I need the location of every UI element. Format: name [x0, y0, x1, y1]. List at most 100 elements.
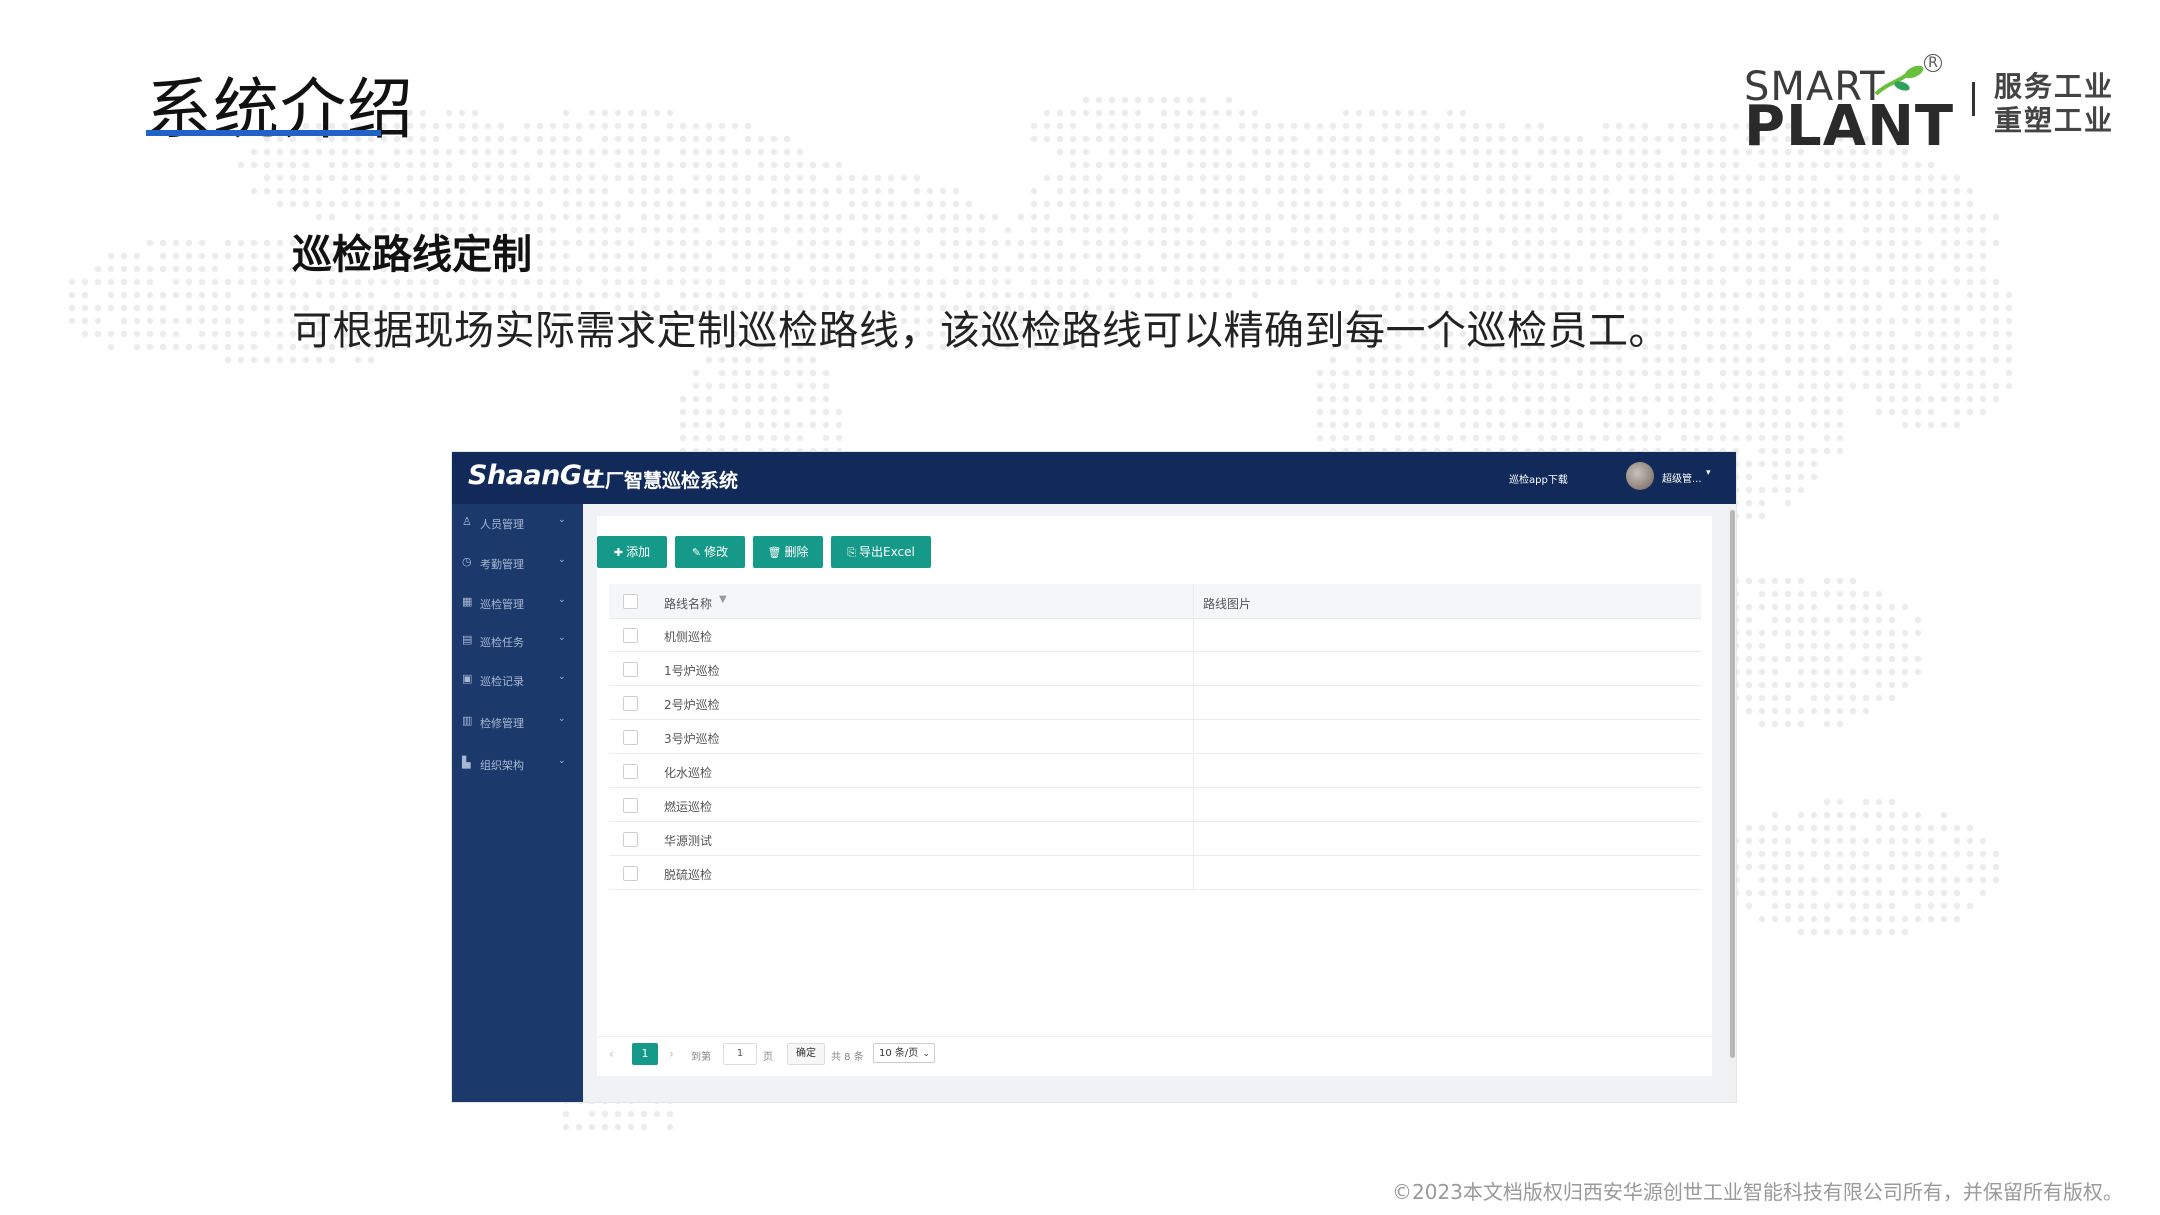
sidebar-item-inspection-task[interactable]: ▤ 巡检任务 ⌄ — [452, 628, 583, 652]
avatar[interactable] — [1626, 462, 1654, 490]
chevron-down-icon: ⌄ — [558, 756, 566, 766]
app-brand-logo: ShaanGu — [468, 460, 601, 491]
add-button-label: 添加 — [626, 545, 651, 559]
delete-button-label: 删除 — [784, 545, 809, 559]
logo-divider — [1972, 82, 1975, 116]
select-all-checkbox[interactable] — [623, 594, 638, 609]
sidebar-item-inspection-record[interactable]: ▣ 巡检记录 ⌄ — [452, 667, 583, 691]
chevron-down-icon: ⌄ — [922, 1049, 930, 1059]
pencil-icon: ✎ — [691, 546, 702, 559]
column-divider — [1193, 618, 1194, 651]
delete-button[interactable]: 🗑 删除 — [753, 536, 823, 568]
sidebar-item-label: 检修管理 — [480, 717, 524, 730]
page-size-select[interactable]: 10 条/页 ⌄ — [873, 1043, 935, 1063]
chevron-down-icon: ⌄ — [558, 555, 566, 565]
row-checkbox[interactable] — [623, 662, 638, 677]
app-topbar: ShaanGu 工厂智慧巡检系统 巡检app下载 超级管... ▾ — [452, 452, 1736, 504]
chevron-down-icon: ⌄ — [558, 515, 566, 525]
edit-button-label: 修改 — [704, 545, 729, 559]
table-row[interactable]: 3号炉巡检 — [609, 720, 1701, 754]
route-name-cell: 3号炉巡检 — [664, 732, 720, 746]
table-row[interactable]: 脱硫巡检 — [609, 856, 1701, 890]
chevron-down-icon: ⌄ — [558, 672, 566, 682]
sidebar-item-label: 组织架构 — [480, 759, 524, 772]
column-header-route-image: 路线图片 — [1203, 597, 1252, 611]
user-name[interactable]: 超级管... — [1662, 470, 1702, 485]
slogan-line-1: 服务工业 — [1994, 70, 2115, 103]
route-name-cell: 燃运巡检 — [664, 800, 713, 814]
table-header: 路线名称 ▼ 路线图片 — [609, 584, 1701, 619]
column-divider — [1193, 822, 1194, 855]
row-checkbox[interactable] — [623, 764, 638, 779]
trash-icon: 🗑 — [767, 546, 782, 559]
sidebar-item-organization[interactable]: ▙ 组织架构 ⌄ — [452, 751, 583, 775]
person-icon: ♙ — [462, 515, 472, 528]
column-header-route-name[interactable]: 路线名称 — [664, 595, 712, 612]
export-excel-button[interactable]: ⎘ 导出Excel — [831, 536, 931, 568]
sidebar-item-attendance[interactable]: ◷ 考勤管理 ⌄ — [452, 550, 583, 574]
filter-icon[interactable]: ▼ — [719, 594, 727, 605]
column-divider — [1193, 856, 1194, 889]
sidebar-item-personnel[interactable]: ♙ 人员管理 ⌄ — [452, 510, 583, 534]
section-description: 可根据现场实际需求定制巡检路线，该巡检路线可以精确到每一个巡检员工。 — [292, 308, 1669, 354]
app-screenshot: ShaanGu 工厂智慧巡检系统 巡检app下载 超级管... ▾ ♙ 人员管理… — [452, 452, 1736, 1102]
confirm-button[interactable]: 确定 — [787, 1043, 825, 1065]
route-name-cell: 华源测试 — [664, 834, 713, 848]
total-count: 共 8 条 — [831, 1052, 864, 1063]
sidebar-item-label: 人员管理 — [480, 518, 524, 531]
table-row[interactable]: 华源测试 — [609, 822, 1701, 856]
clock-icon: ◷ — [462, 555, 472, 568]
row-checkbox[interactable] — [623, 866, 638, 881]
table-row[interactable]: 1号炉巡检 — [609, 652, 1701, 686]
registered-mark: R — [1924, 54, 1942, 72]
route-name-cell: 机侧巡检 — [664, 630, 713, 644]
title-underline — [146, 130, 381, 136]
chevron-left-icon[interactable]: ‹ — [609, 1047, 614, 1061]
content-panel: ✚ 添加 ✎ 修改 🗑 删除 ⎘ 导出Excel 路线名称 ▼ 路线图片 机侧巡检 1号… — [597, 516, 1712, 1076]
scrollbar-thumb[interactable] — [1730, 510, 1735, 1058]
row-checkbox[interactable] — [623, 628, 638, 643]
grid-icon: ▦ — [462, 595, 473, 608]
logo-text-plant: PLANT — [1744, 94, 1955, 159]
smart-plant-logo: SMART R PLANT — [1744, 54, 2034, 159]
slogan-line-2: 重塑工业 — [1994, 104, 2115, 137]
column-divider — [1193, 584, 1194, 618]
row-checkbox[interactable] — [623, 798, 638, 813]
pagination: ‹ 1 › 到第 1 页 确定 共 8 条 10 条/页 ⌄ — [597, 1036, 1712, 1073]
sidebar-item-label: 巡检任务 — [480, 636, 524, 649]
chevron-down-icon: ⌄ — [558, 595, 566, 605]
export-file-icon: ⎘ — [847, 546, 856, 559]
table-row[interactable]: 化水巡检 — [609, 754, 1701, 788]
app-download-link[interactable]: 巡检app下载 — [1509, 471, 1568, 486]
row-checkbox[interactable] — [623, 696, 638, 711]
column-divider — [1193, 686, 1194, 719]
add-button[interactable]: ✚ 添加 — [597, 536, 667, 568]
goto-label: 到第 — [691, 1052, 711, 1063]
current-page-button[interactable]: 1 — [632, 1043, 658, 1065]
chevron-down-icon: ⌄ — [558, 714, 566, 724]
caret-down-icon[interactable]: ▾ — [1706, 468, 1711, 478]
table-row[interactable]: 2号炉巡检 — [609, 686, 1701, 720]
row-checkbox[interactable] — [623, 730, 638, 745]
column-divider — [1193, 652, 1194, 685]
org-icon: ▙ — [462, 756, 471, 769]
route-name-cell: 化水巡检 — [664, 766, 713, 780]
row-checkbox[interactable] — [623, 832, 638, 847]
route-name-cell: 1号炉巡检 — [664, 664, 720, 678]
page-number-input[interactable]: 1 — [723, 1043, 757, 1065]
chevron-down-icon: ⌄ — [558, 633, 566, 643]
sidebar-item-label: 考勤管理 — [480, 558, 524, 571]
table-row[interactable]: 燃运巡检 — [609, 788, 1701, 822]
task-icon: ▤ — [462, 633, 473, 646]
plus-icon: ✚ — [613, 546, 624, 559]
edit-button[interactable]: ✎ 修改 — [675, 536, 745, 568]
table-row[interactable]: 机侧巡检 — [609, 618, 1701, 652]
page-size-value: 10 条/页 — [879, 1048, 919, 1059]
sidebar-item-inspection-management[interactable]: ▦ 巡检管理 ⌄ — [452, 590, 583, 614]
chevron-right-icon[interactable]: › — [669, 1047, 674, 1061]
route-name-cell: 脱硫巡检 — [664, 868, 713, 882]
section-heading: 巡检路线定制 — [292, 232, 532, 278]
record-icon: ▣ — [462, 672, 473, 685]
sidebar-item-maintenance[interactable]: ▥ 检修管理 ⌄ — [452, 709, 583, 733]
sidebar-item-label: 巡检记录 — [480, 675, 524, 688]
